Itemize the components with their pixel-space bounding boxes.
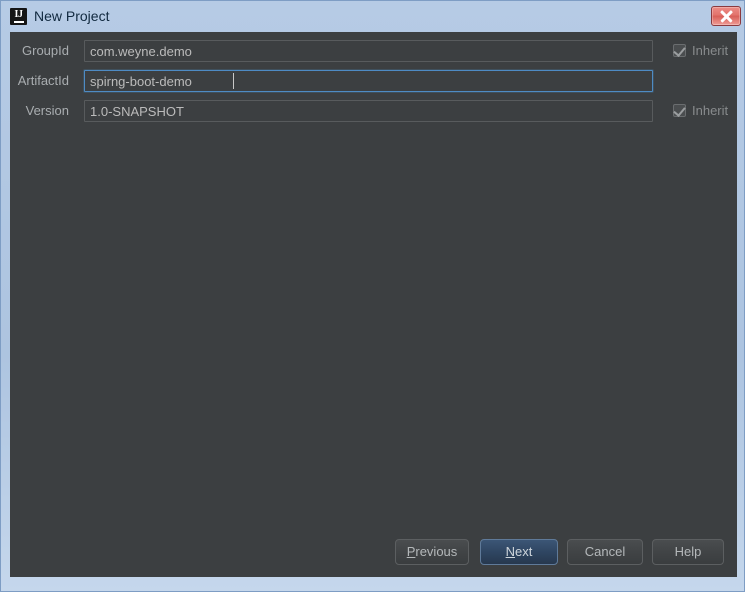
- groupid-input[interactable]: [84, 40, 653, 62]
- form-row-artifactid: ArtifactId: [10, 70, 737, 92]
- checkmark-icon: [673, 44, 686, 57]
- window-title: New Project: [34, 8, 110, 24]
- artifactid-input[interactable]: [84, 70, 653, 92]
- groupid-inherit-checkbox[interactable]: Inherit: [665, 40, 737, 62]
- version-inherit-label: Inherit: [692, 103, 729, 118]
- groupid-label: GroupId: [22, 43, 69, 58]
- close-icon[interactable]: [711, 6, 741, 26]
- groupid-inherit-label: Inherit: [692, 43, 729, 58]
- previous-button[interactable]: Previous: [395, 539, 469, 565]
- form-row-version: Version Inherit: [10, 100, 737, 122]
- dialog-content-panel: GroupId Inherit ArtifactId Version: [10, 32, 737, 577]
- artifactid-label: ArtifactId: [17, 73, 69, 88]
- text-caret: [233, 73, 234, 89]
- form-row-groupid: GroupId Inherit: [10, 40, 737, 62]
- version-input[interactable]: [84, 100, 653, 122]
- logo-underline: [13, 21, 24, 23]
- previous-button-label-rest: revious: [415, 544, 458, 559]
- checkmark-icon: [673, 104, 686, 117]
- title-bar[interactable]: IJ New Project: [1, 1, 745, 32]
- version-inherit-checkbox[interactable]: Inherit: [665, 100, 737, 122]
- cancel-button[interactable]: Cancel: [567, 539, 643, 565]
- version-label: Version: [25, 103, 69, 118]
- checkbox-checked-icon: [673, 44, 686, 57]
- help-button[interactable]: Help: [652, 539, 724, 565]
- intellij-idea-logo-icon: IJ: [10, 8, 27, 25]
- new-project-dialog-window: IJ New Project GroupId Inherit ArtifactI…: [0, 0, 745, 592]
- next-button[interactable]: Next: [480, 539, 558, 565]
- checkbox-checked-icon: [673, 104, 686, 117]
- dialog-button-bar: Previous Next Cancel Help: [10, 539, 737, 565]
- next-mnemonic: N: [505, 544, 516, 559]
- next-button-label-rest: ext: [515, 544, 533, 559]
